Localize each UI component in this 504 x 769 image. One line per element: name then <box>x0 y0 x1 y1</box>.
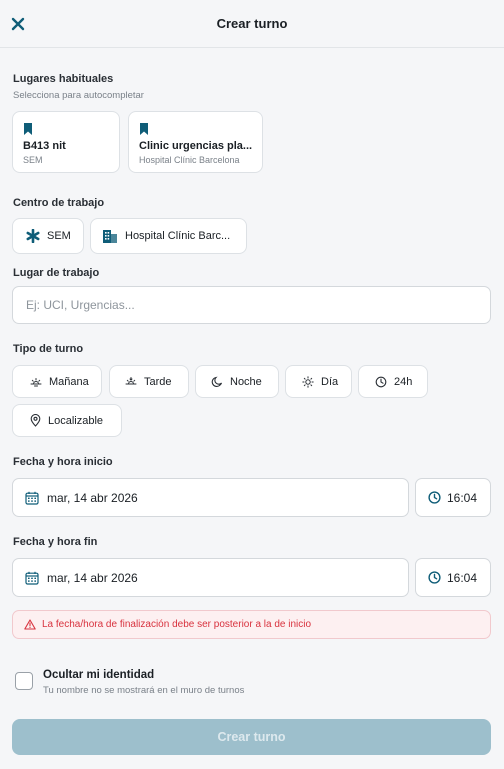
calendar-icon <box>25 491 39 505</box>
clock-icon <box>428 571 441 584</box>
crear-turno-button[interactable]: Crear turno <box>12 719 491 755</box>
asterisk-icon <box>26 229 40 243</box>
hide-identity-sublabel: Tu nombre no se mostrará en el muro de t… <box>43 685 245 696</box>
lugar-trabajo-label: Lugar de trabajo <box>13 267 100 279</box>
turno-option-label: Día <box>321 375 339 388</box>
hide-identity-checkbox[interactable] <box>15 672 33 690</box>
warning-icon <box>24 619 36 630</box>
turno-option-24h[interactable]: 24h <box>358 365 428 398</box>
centro-chip-label: SEM <box>47 230 71 242</box>
turno-option-label: Mañana <box>49 375 89 388</box>
inicio-date-value: mar, 14 abr 2026 <box>47 490 138 505</box>
moon-icon <box>211 376 223 388</box>
place-card-subtitle: SEM <box>23 155 43 165</box>
centro-chip-hospital[interactable]: Hospital Clínic Barc... <box>90 218 247 254</box>
lugar-trabajo-placeholder: Ej: UCI, Urgencias... <box>26 298 135 312</box>
centro-chip-sem[interactable]: SEM <box>12 218 84 254</box>
fin-time-field[interactable]: 16:04 <box>415 558 491 597</box>
centro-label: Centro de trabajo <box>13 197 105 209</box>
fin-label: Fecha y hora fin <box>13 536 98 548</box>
turno-option-noche[interactable]: Noche <box>195 365 279 398</box>
error-message-text: La fecha/hora de finalización debe ser p… <box>42 619 312 630</box>
tipo-turno-label: Tipo de turno <box>13 343 84 355</box>
fin-time-value: 16:04 <box>447 570 478 585</box>
centro-chip-label: Hospital Clínic Barc... <box>125 230 231 242</box>
fin-date-value: mar, 14 abr 2026 <box>47 570 138 585</box>
turno-option-dia[interactable]: Día <box>285 365 352 398</box>
turno-option-label: Localizable <box>48 414 104 427</box>
lugar-trabajo-input[interactable]: Ej: UCI, Urgencias... <box>12 286 491 324</box>
place-card-subtitle: Hospital Clínic Barcelona <box>139 155 240 165</box>
sun-icon <box>302 375 314 388</box>
header: Crear turno <box>0 0 504 48</box>
hide-identity-label: Ocultar mi identidad <box>43 669 155 681</box>
inicio-date-field[interactable]: mar, 14 abr 2026 <box>12 478 409 517</box>
turno-option-localizable[interactable]: Localizable <box>12 404 122 437</box>
turno-option-tarde[interactable]: Tarde <box>109 365 189 398</box>
turno-option-manana[interactable]: Mañana <box>12 365 102 398</box>
place-card-clinic[interactable]: Clinic urgencias pla... Hospital Clínic … <box>128 111 263 173</box>
bookmark-icon <box>139 122 149 140</box>
location-pin-icon <box>30 414 41 427</box>
turno-option-label: Noche <box>230 375 262 388</box>
place-card-title: B413 nit <box>23 140 66 152</box>
sunrise-icon <box>30 376 42 388</box>
inicio-label: Fecha y hora inicio <box>13 456 113 468</box>
place-card-b413[interactable]: B413 nit SEM <box>12 111 120 173</box>
place-card-title: Clinic urgencias pla... <box>139 140 253 152</box>
lugares-label: Lugares habituales <box>13 73 114 85</box>
fin-date-field[interactable]: mar, 14 abr 2026 <box>12 558 409 597</box>
error-message-box: La fecha/hora de finalización debe ser p… <box>12 610 491 639</box>
inicio-time-value: 16:04 <box>447 490 478 505</box>
turno-option-label: Tarde <box>144 375 172 388</box>
clock-icon <box>375 376 387 388</box>
building-icon <box>102 228 118 244</box>
page-title: Crear turno <box>216 16 288 31</box>
bookmark-icon <box>23 122 33 140</box>
turno-option-label: 24h <box>394 375 413 388</box>
clock-icon <box>428 491 441 504</box>
inicio-time-field[interactable]: 16:04 <box>415 478 491 517</box>
lugares-sublabel: Selecciona para autocompletar <box>13 90 144 101</box>
calendar-icon <box>25 571 39 585</box>
sunset-icon <box>125 376 137 388</box>
